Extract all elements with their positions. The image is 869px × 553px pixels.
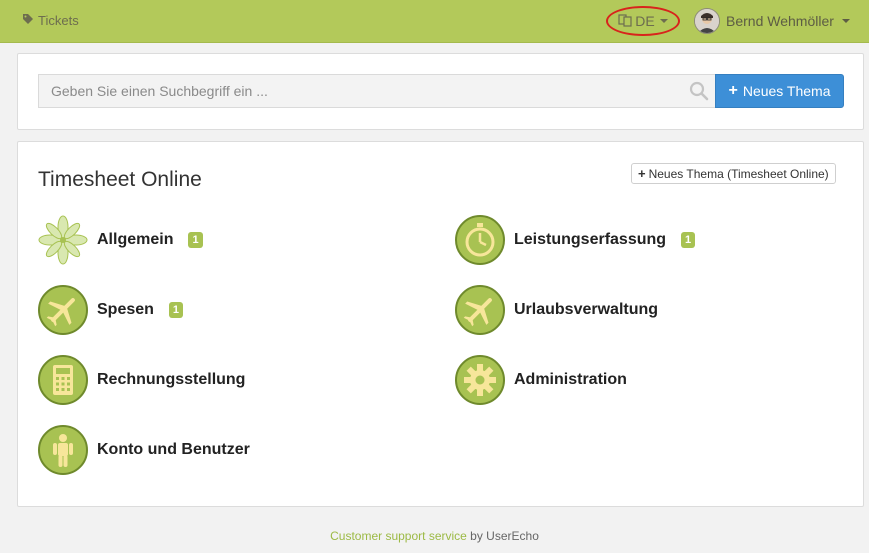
category-label: Spesen — [97, 301, 154, 318]
category-urlaubsverwaltung[interactable]: Urlaubsverwaltung — [455, 285, 658, 335]
stopwatch-icon — [455, 215, 505, 265]
language-dropdown[interactable]: DE — [606, 6, 680, 36]
user-menu[interactable]: Bernd Wehmöller — [694, 8, 850, 34]
calculator-icon — [38, 355, 88, 405]
tickets-label: Tickets — [38, 13, 79, 28]
forum-new-topic-button[interactable]: + Neues Thema (Timesheet Online) — [631, 163, 836, 184]
search-panel: + Neues Thema — [17, 53, 864, 130]
top-navbar: Tickets DE Bernd Wehmöller — [0, 0, 869, 43]
tag-icon — [22, 13, 34, 28]
forum-new-topic-label: Neues Thema (Timesheet Online) — [648, 166, 829, 181]
search-icon[interactable] — [689, 81, 709, 101]
footer-suffix: by UserEcho — [470, 529, 539, 543]
category-spesen[interactable]: Spesen 1 — [38, 285, 184, 335]
forum-panel: Timesheet Online + Neues Thema (Timeshee… — [17, 141, 864, 507]
new-topic-label: Neues Thema — [742, 83, 831, 99]
count-badge: 1 — [188, 232, 203, 248]
caret-down-icon — [841, 19, 850, 23]
plus-icon: + — [638, 166, 646, 181]
category-administration[interactable]: Administration — [455, 355, 627, 405]
category-rechnungsstellung[interactable]: Rechnungsstellung — [38, 355, 245, 405]
new-topic-button[interactable]: + Neues Thema — [715, 74, 844, 108]
user-name: Bernd Wehmöller — [726, 13, 834, 29]
caret-down-icon — [659, 19, 668, 23]
search-input[interactable] — [38, 74, 715, 108]
footer: Customer support service by UserEcho — [0, 529, 869, 543]
person-icon — [38, 425, 88, 475]
translate-icon — [618, 13, 632, 30]
flower-icon — [38, 215, 88, 265]
forum-title: Timesheet Online — [38, 168, 202, 191]
category-konto-und-benutzer[interactable]: Konto und Benutzer — [38, 425, 250, 475]
airplane-icon — [455, 285, 505, 335]
category-leistungserfassung[interactable]: Leistungserfassung 1 — [455, 215, 696, 265]
category-label: Rechnungsstellung — [97, 371, 246, 388]
category-label: Konto und Benutzer — [97, 441, 250, 458]
language-label: DE — [635, 13, 655, 29]
tickets-link[interactable]: Tickets — [22, 13, 79, 28]
category-label: Urlaubsverwaltung — [514, 301, 659, 318]
plus-icon: + — [728, 82, 738, 99]
gear-icon — [455, 355, 505, 405]
category-allgemein[interactable]: Allgemein 1 — [38, 215, 203, 265]
airplane-icon — [38, 285, 88, 335]
avatar — [694, 8, 720, 34]
count-badge: 1 — [168, 302, 184, 318]
category-label: Allgemein — [97, 231, 174, 248]
category-label: Leistungserfassung — [514, 231, 667, 248]
category-label: Administration — [514, 371, 627, 388]
support-service-link[interactable]: Customer support service — [330, 529, 467, 543]
count-badge: 1 — [681, 232, 696, 248]
